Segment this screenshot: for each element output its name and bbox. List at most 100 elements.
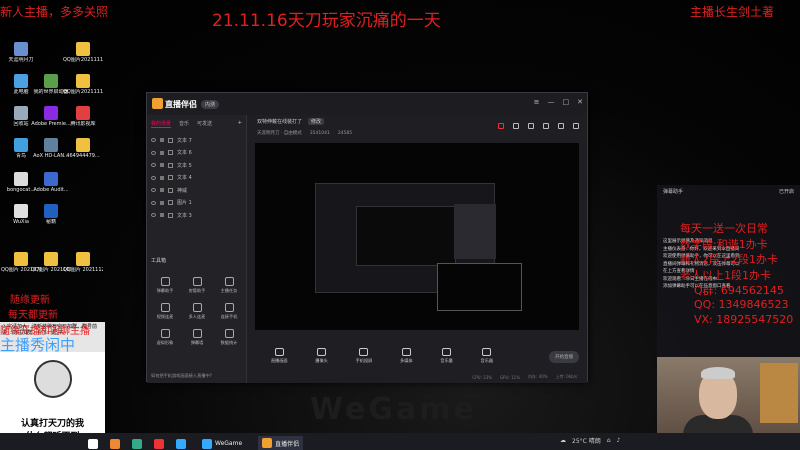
lock-icon[interactable] [513, 123, 519, 129]
eye-icon[interactable] [151, 200, 156, 205]
desktop-icon[interactable]: 464944479... [66, 138, 100, 159]
desktop-app-icon[interactable] [14, 74, 28, 88]
tool-button[interactable]: 数据统计 [213, 329, 245, 346]
desktop-app-icon[interactable] [76, 42, 90, 56]
taskbar-app-icon[interactable] [132, 438, 142, 449]
desktop-app-icon[interactable] [44, 106, 58, 120]
tab-music[interactable]: 音乐 [179, 120, 189, 128]
taskbar-app-icon[interactable] [154, 438, 164, 449]
help-link[interactable]: 如何把手机游戏画面接入直播中? [151, 373, 212, 379]
source-item[interactable]: 文本 7 [147, 134, 246, 147]
desktop-app-icon[interactable] [76, 106, 90, 120]
desktop-app-icon[interactable] [44, 252, 58, 266]
desktop-app-icon[interactable] [14, 42, 28, 56]
taskbar-app-icon[interactable] [176, 438, 186, 449]
edit-title-button[interactable]: 修改 [308, 118, 325, 125]
lock-icon[interactable] [160, 188, 164, 193]
main-panel: 双特伸戴在线装打了 修改 天涯明月刀 · 自由模式 3541041 24585 … [247, 115, 587, 383]
source-item[interactable]: 文本 3 [147, 209, 246, 222]
tool-button[interactable]: 弹幕墙 [181, 329, 213, 346]
desktop-app-icon[interactable] [14, 106, 28, 120]
desktop-icon-label: 464944479... [66, 153, 100, 159]
taskbar-app[interactable]: 直播伴侣 [258, 436, 304, 450]
desktop-app-icon[interactable] [76, 74, 90, 88]
lock-icon[interactable] [160, 213, 164, 218]
source-tool-button[interactable]: 手机投屏 [355, 348, 373, 364]
source-tool-label: 手机投屏 [355, 358, 373, 363]
meme-face [34, 360, 72, 398]
tool-button[interactable]: 房管助手 [181, 277, 213, 294]
source-item[interactable]: 文本 5 [147, 159, 246, 172]
desktop-app-icon[interactable] [44, 172, 58, 186]
taskbar-app[interactable]: WeGame [198, 436, 246, 450]
source-tool-button[interactable]: 多媒体 [400, 348, 413, 364]
desktop-icon[interactable]: 腾讯影视库 [66, 106, 100, 127]
source-tool-button[interactable]: 直播画面 [271, 348, 288, 364]
tool-button[interactable]: 连接手机 [213, 303, 245, 320]
meme-caption-top: 认真打天刀的我 [20, 419, 84, 429]
tool-button[interactable]: 多人连麦 [181, 303, 213, 320]
desktop-app-icon[interactable] [76, 252, 90, 266]
lock-icon[interactable] [160, 163, 164, 168]
weather-text[interactable]: 25°C 晴朗 [572, 436, 601, 445]
desktop-icon[interactable]: QQ图片2021111... [63, 42, 103, 63]
tab-sendable[interactable]: 可发送 [197, 120, 212, 128]
taskbar-app-icon[interactable] [88, 438, 98, 449]
desktop-app-icon[interactable] [14, 252, 28, 266]
menu-icon[interactable]: ≡ [534, 98, 540, 106]
tab-scenes[interactable]: 我的场景 [151, 120, 172, 128]
desktop-app-icon[interactable] [44, 74, 58, 88]
toolbox-title: 工具箱 [151, 258, 167, 264]
desktop-app-icon[interactable] [44, 138, 58, 152]
weather-icon[interactable]: ☁ [560, 437, 566, 444]
close-icon[interactable]: ✕ [577, 98, 583, 106]
start-live-button[interactable]: 开始直播 [549, 351, 579, 363]
settings-icon[interactable] [558, 123, 564, 129]
source-tool-button[interactable]: 音乐量 [440, 348, 453, 364]
overlay-right-line: 老人以上1段1办卡 [680, 268, 771, 282]
source-item[interactable]: 文本 4 [147, 172, 246, 185]
tool-button[interactable]: 弹幕助手 [149, 277, 181, 294]
desktop-icon[interactable]: Adobe Audit... [33, 172, 69, 193]
source-item[interactable]: 图片 1 [147, 197, 246, 210]
source-tool-button[interactable]: 摄像头 [315, 348, 328, 364]
minimize-icon[interactable]: — [548, 98, 555, 106]
desktop-app-icon[interactable] [76, 138, 90, 152]
lock-icon[interactable] [160, 138, 164, 143]
tool-button[interactable]: 视频连麦 [149, 303, 181, 320]
add-source-icon[interactable]: + [238, 120, 242, 128]
share-icon[interactable] [573, 123, 579, 129]
maximize-icon[interactable]: □ [563, 98, 570, 106]
lock-icon[interactable] [160, 200, 164, 205]
eye-icon[interactable] [151, 188, 156, 193]
record-icon[interactable] [528, 123, 534, 129]
stream-category: 天涯明月刀 · 自由模式 [257, 131, 302, 136]
desktop-icon[interactable]: QQ图片2021111... [63, 74, 103, 95]
taskbar-app-icon[interactable] [110, 438, 120, 449]
eye-icon[interactable] [151, 138, 156, 143]
eye-icon[interactable] [151, 175, 156, 180]
gift-icon[interactable] [498, 123, 504, 129]
lock-icon[interactable] [160, 175, 164, 180]
network-icon[interactable]: ⌂ [607, 437, 611, 444]
lock-icon[interactable] [160, 150, 164, 155]
eye-icon[interactable] [151, 150, 156, 155]
tool-button[interactable]: 主播任务 [213, 277, 245, 294]
eye-icon[interactable] [151, 163, 156, 168]
desktop-icon[interactable]: 秘籍 [34, 204, 68, 225]
volume-icon[interactable]: ♪ [617, 437, 621, 444]
desktop-app-icon[interactable] [44, 204, 58, 218]
bell-icon[interactable] [543, 123, 549, 129]
source-tool-button[interactable]: 音乐器 [481, 348, 493, 364]
desktop-app-icon[interactable] [14, 204, 28, 218]
source-item[interactable]: 神威 [147, 184, 246, 197]
desktop-app-icon[interactable] [14, 172, 28, 186]
desktop-icon[interactable]: QQ图片 2021112... [63, 252, 103, 273]
desktop-app-icon[interactable] [14, 138, 28, 152]
desktop-icon[interactable]: 天涯明月刀 [4, 42, 38, 63]
tool-button[interactable]: 虚拟形象 [149, 329, 181, 346]
source-tool-icon [482, 348, 492, 356]
tool-label: 主播任务 [220, 288, 238, 293]
eye-icon[interactable] [151, 213, 156, 218]
source-item[interactable]: 文本 6 [147, 147, 246, 160]
